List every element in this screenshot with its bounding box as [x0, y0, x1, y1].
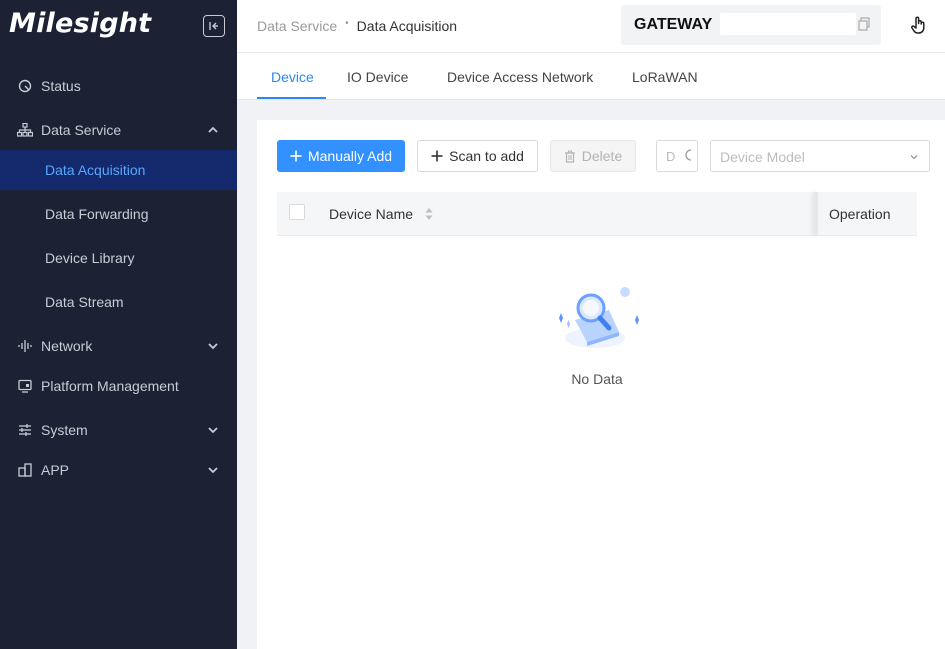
tab-lorawan[interactable]: LoRaWAN	[632, 69, 698, 85]
trash-icon	[564, 150, 575, 163]
no-data-illustration-icon	[559, 287, 639, 348]
delete-button[interactable]: Delete	[550, 140, 636, 172]
device-tabs: Device IO Device Device Access Network L…	[237, 53, 945, 100]
device-model-select[interactable]: Device Model	[710, 140, 930, 172]
sidebar-item-label: Platform Management	[41, 378, 179, 394]
scan-to-add-label: Scan to add	[449, 148, 524, 164]
gateway-label: GATEWAY	[634, 16, 713, 33]
sidebar-item-label: Status	[41, 78, 81, 94]
gateway-id-field[interactable]	[720, 13, 856, 35]
delete-label: Delete	[581, 148, 623, 164]
column-header-operation: Operation	[829, 206, 891, 222]
sidebar-item-platform-management[interactable]: Platform Management	[0, 366, 237, 406]
sidebar-item-label: Data Service	[41, 122, 122, 138]
chevron-down-icon	[208, 427, 218, 434]
chevron-down-icon	[910, 155, 918, 160]
sidebar-item-app[interactable]: APP	[0, 450, 237, 490]
sidebar-item-system[interactable]: System	[0, 410, 237, 450]
empty-state-text: No Data	[571, 371, 623, 387]
manually-add-button[interactable]: Manually Add	[277, 140, 405, 172]
breadcrumb-separator-icon: •	[345, 17, 349, 29]
sidebar-item-data-acquisition[interactable]: Data Acquisition	[0, 150, 237, 190]
device-filter-input[interactable]: D	[656, 140, 698, 172]
chevron-up-icon	[208, 126, 218, 133]
sidebar-item-label: System	[41, 422, 88, 438]
sidebar-item-status[interactable]: Status	[0, 66, 237, 106]
fixed-column-divider	[814, 192, 818, 236]
chevron-down-icon	[208, 343, 218, 350]
loading-icon	[685, 149, 692, 161]
sidebar-item-label: Data Acquisition	[45, 162, 146, 178]
device-filter-text: D	[666, 149, 676, 164]
select-all-checkbox[interactable]	[289, 204, 305, 220]
sidebar-item-label: Device Library	[45, 250, 135, 266]
tab-device-access-network[interactable]: Device Access Network	[447, 69, 593, 85]
breadcrumb: Data Service • Data Acquisition	[257, 17, 458, 35]
sidebar-item-label: APP	[41, 462, 70, 478]
system-icon	[17, 422, 33, 438]
breadcrumb-current: Data Acquisition	[356, 18, 458, 34]
tab-device[interactable]: Device	[271, 69, 314, 85]
sidebar-item-device-library[interactable]: Device Library	[0, 238, 237, 278]
sidebar-item-label: Network	[41, 338, 93, 354]
pointer-hand-icon[interactable]	[909, 15, 929, 35]
network-icon	[17, 338, 33, 354]
plus-icon	[290, 150, 302, 162]
sidebar-item-network[interactable]: Network	[0, 326, 237, 366]
top-header: Data Service • Data Acquisition GATEWAY	[237, 0, 945, 53]
platform-icon	[17, 378, 33, 394]
app-icon	[17, 462, 33, 478]
gateway-selector: GATEWAY	[621, 5, 881, 45]
column-header-device-name[interactable]: Device Name	[329, 206, 413, 222]
collapse-icon	[209, 22, 218, 30]
active-tab-indicator	[257, 97, 326, 99]
sidebar-item-data-forwarding[interactable]: Data Forwarding	[0, 194, 237, 234]
scan-to-add-button[interactable]: Scan to add	[417, 140, 538, 172]
device-model-placeholder: Device Model	[720, 149, 805, 165]
sidebar-item-data-stream[interactable]: Data Stream	[0, 282, 237, 322]
sidebar: Milesight Status Data Service Data Acqui…	[0, 0, 237, 649]
data-service-icon	[17, 122, 33, 138]
brand-logo: Milesight	[9, 8, 152, 39]
table-header: Device Name Operation	[277, 192, 917, 236]
collapse-sidebar-button[interactable]	[203, 15, 225, 37]
status-icon	[17, 78, 33, 94]
copy-icon[interactable]	[857, 17, 871, 31]
device-panel: Manually Add Scan to add Delete D Device…	[257, 120, 945, 649]
plus-icon	[431, 150, 443, 162]
sidebar-item-data-service[interactable]: Data Service	[0, 110, 237, 150]
manually-add-label: Manually Add	[307, 148, 393, 164]
sidebar-item-label: Data Forwarding	[45, 206, 149, 222]
sidebar-item-label: Data Stream	[45, 294, 124, 310]
logo-row: Milesight	[0, 0, 237, 52]
sort-icon[interactable]	[424, 207, 434, 221]
breadcrumb-parent[interactable]: Data Service	[257, 18, 337, 34]
chevron-down-icon	[208, 467, 218, 474]
tab-io-device[interactable]: IO Device	[347, 69, 408, 85]
